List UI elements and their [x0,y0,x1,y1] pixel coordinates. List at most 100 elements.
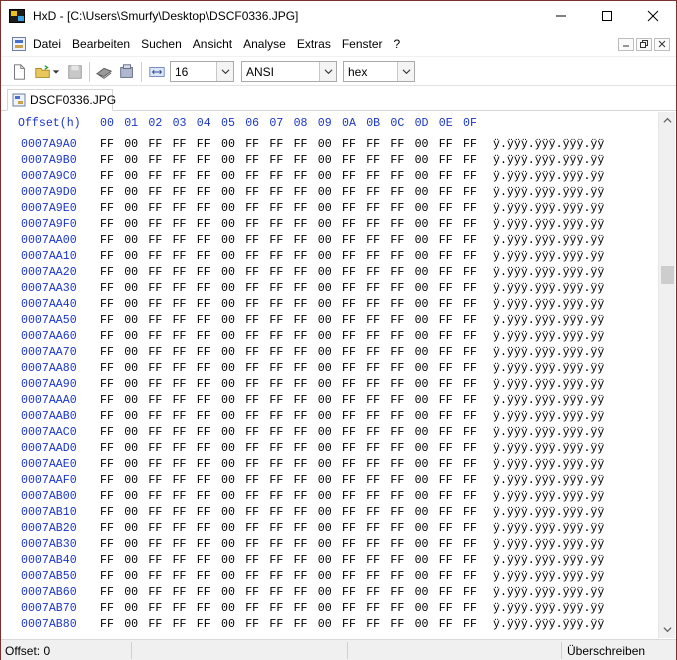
hex-byte[interactable]: FF [463,602,483,615]
hex-byte[interactable]: FF [390,570,410,583]
hex-byte[interactable]: 00 [124,138,144,151]
hex-byte[interactable]: FF [366,554,386,567]
hex-byte[interactable]: FF [342,170,362,183]
hex-byte[interactable]: FF [294,186,314,199]
hex-byte[interactable]: FF [463,586,483,599]
hex-byte[interactable]: FF [439,362,459,375]
hex-byte[interactable]: FF [245,458,265,471]
hex-byte[interactable]: FF [390,602,410,615]
hex-byte[interactable]: FF [342,202,362,215]
hex-byte[interactable]: FF [197,138,217,151]
hex-byte[interactable]: FF [173,410,193,423]
hex-byte[interactable]: FF [148,602,168,615]
hex-byte[interactable]: FF [390,186,410,199]
hex-byte[interactable]: 00 [221,378,241,391]
hex-byte[interactable]: FF [439,346,459,359]
hex-byte[interactable]: 00 [124,170,144,183]
hex-byte[interactable]: 00 [415,586,435,599]
hex-byte[interactable]: FF [366,522,386,535]
hex-byte[interactable]: FF [173,426,193,439]
hex-byte[interactable]: 00 [318,218,338,231]
hex-byte[interactable]: FF [100,314,120,327]
hex-byte[interactable]: 00 [415,442,435,455]
hex-byte[interactable]: 00 [221,426,241,439]
hex-byte[interactable]: 00 [221,186,241,199]
hex-byte[interactable]: FF [390,538,410,551]
hex-byte[interactable]: FF [439,202,459,215]
decoded-text[interactable]: ÿ.ÿÿÿ.ÿÿÿ.ÿÿÿ.ÿÿ [493,154,604,167]
hex-byte[interactable]: 00 [415,282,435,295]
hex-byte[interactable]: FF [197,362,217,375]
hex-byte[interactable]: 00 [221,202,241,215]
hex-byte[interactable]: FF [390,410,410,423]
hex-byte[interactable]: FF [269,506,289,519]
hex-byte[interactable]: FF [245,570,265,583]
hex-byte[interactable]: FF [148,618,168,631]
hex-byte[interactable]: 00 [124,234,144,247]
hex-byte[interactable]: FF [342,266,362,279]
hex-byte[interactable]: FF [463,138,483,151]
hex-byte[interactable]: FF [245,282,265,295]
hex-byte[interactable]: FF [439,506,459,519]
hex-byte[interactable]: FF [173,202,193,215]
hex-byte[interactable]: FF [366,426,386,439]
hex-byte[interactable]: FF [245,490,265,503]
hex-byte[interactable]: 00 [318,346,338,359]
hex-byte[interactable]: FF [463,218,483,231]
hex-byte[interactable]: 00 [318,554,338,567]
hex-byte[interactable]: FF [197,170,217,183]
hex-byte[interactable]: FF [463,410,483,423]
hex-byte[interactable]: FF [245,218,265,231]
hex-byte[interactable]: FF [100,138,120,151]
hex-editor-view[interactable]: Offset(h) 00 01 02 03 04 05 06 07 08 09 0A 0B 0C 0D 0E… [1,112,658,638]
hex-byte[interactable]: FF [390,138,410,151]
hex-byte[interactable]: FF [294,442,314,455]
hex-byte[interactable]: FF [294,282,314,295]
hex-byte[interactable]: 00 [124,458,144,471]
hex-byte[interactable]: FF [366,442,386,455]
hex-byte[interactable]: FF [197,298,217,311]
vertical-scrollbar[interactable] [658,112,675,638]
hex-byte[interactable]: FF [148,266,168,279]
hex-byte[interactable]: FF [294,522,314,535]
open-dropdown-button[interactable] [51,62,61,82]
hex-byte[interactable]: FF [269,394,289,407]
hex-byte[interactable]: FF [148,378,168,391]
decoded-text[interactable]: ÿ.ÿÿÿ.ÿÿÿ.ÿÿÿ.ÿÿ [493,186,604,199]
hex-byte[interactable]: FF [100,554,120,567]
hex-byte[interactable]: FF [439,394,459,407]
hex-byte[interactable]: FF [439,458,459,471]
offset-base-select[interactable]: hex [343,61,415,82]
hex-byte[interactable]: FF [197,490,217,503]
hex-byte[interactable]: FF [197,474,217,487]
hex-byte[interactable]: FF [294,538,314,551]
hex-byte[interactable]: FF [100,586,120,599]
doc-restore-button[interactable] [636,38,652,51]
hex-byte[interactable]: FF [269,474,289,487]
hex-byte[interactable]: 00 [318,442,338,455]
hex-byte[interactable]: 00 [124,570,144,583]
hex-byte[interactable]: FF [390,250,410,263]
hex-byte[interactable]: 00 [124,506,144,519]
hex-byte[interactable]: FF [173,458,193,471]
hex-byte[interactable]: FF [100,410,120,423]
hex-byte[interactable]: FF [342,602,362,615]
hex-byte[interactable]: FF [342,298,362,311]
hex-byte[interactable]: FF [439,170,459,183]
hex-byte[interactable]: FF [148,330,168,343]
hex-byte[interactable]: FF [390,442,410,455]
hex-byte[interactable]: FF [245,378,265,391]
hex-byte[interactable]: FF [197,602,217,615]
hex-byte[interactable]: FF [173,602,193,615]
hex-byte[interactable]: 00 [124,378,144,391]
hex-byte[interactable]: 00 [415,202,435,215]
hex-byte[interactable]: FF [342,346,362,359]
hex-byte[interactable]: 00 [221,170,241,183]
hex-byte[interactable]: FF [245,618,265,631]
hex-byte[interactable]: FF [148,586,168,599]
hex-byte[interactable]: FF [173,474,193,487]
hex-byte[interactable]: 00 [415,170,435,183]
hex-byte[interactable]: FF [269,282,289,295]
doc-minimize-button[interactable] [618,38,634,51]
hex-byte[interactable]: FF [269,602,289,615]
